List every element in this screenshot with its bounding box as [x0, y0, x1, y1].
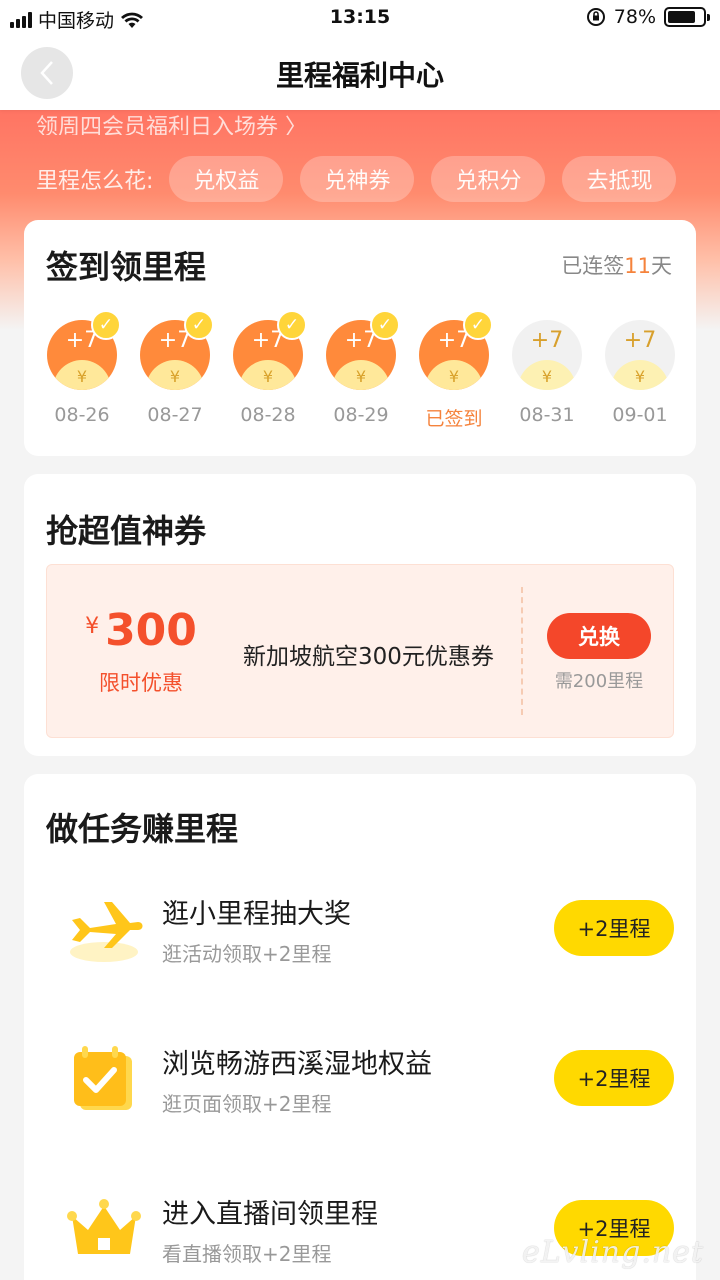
page-title: 里程福利中心	[275, 59, 444, 92]
chip-redeem-coupons[interactable]: 兑神券	[300, 156, 415, 202]
day-label: 08-27	[147, 404, 203, 426]
chip-redeem-benefits[interactable]: 兑权益	[169, 156, 284, 202]
day-label: 08-28	[240, 404, 296, 426]
task-subtitle: 逛页面领取+2里程	[162, 1092, 332, 1116]
signin-title: 签到领里程	[46, 248, 207, 286]
watermark: eLvling.net	[521, 1235, 704, 1270]
task-title: 逛小里程抽大奖	[162, 899, 351, 930]
day-reward: +7	[530, 328, 564, 353]
coin-icon: +7 ¥	[605, 320, 675, 390]
tasks-title: 做任务赚里程	[46, 810, 239, 848]
signin-day: +7 ¥09-01	[602, 320, 678, 426]
check-icon: ✓	[277, 310, 307, 340]
day-label: 08-31	[519, 404, 575, 426]
check-icon: ✓	[184, 310, 214, 340]
currency-symbol: ¥	[85, 614, 100, 639]
coupon-cost: 需200里程	[554, 671, 644, 692]
orientation-lock-icon	[586, 8, 605, 26]
coupon-section-title: 抢超值神券	[46, 512, 207, 550]
nav-bar: 里程福利中心	[0, 36, 720, 110]
streak-suffix: 天	[651, 254, 672, 278]
streak-text: 已连签11天	[561, 250, 672, 280]
signin-day: +7 ¥ ✓ 08-28	[230, 310, 307, 426]
coupon-price: ¥300	[77, 605, 205, 656]
signin-day: +7 ¥08-31	[509, 320, 585, 426]
check-icon: ✓	[463, 310, 493, 340]
coin-symbol: ¥	[448, 367, 460, 386]
member-day-link[interactable]: 领周四会员福利日入场券 〉	[36, 113, 307, 135]
coin-symbol: ¥	[169, 367, 181, 386]
status-bar: 中国移动 13:15 78%	[0, 0, 720, 36]
task-item: 逛小里程抽大奖 逛活动领取+2里程 +2里程	[24, 870, 696, 990]
signin-day: +7 ¥ ✓ 08-27	[137, 310, 214, 426]
day-label: 08-29	[333, 404, 389, 426]
day-reward: +7	[623, 328, 657, 353]
coin-icon: +7 ¥	[512, 320, 582, 390]
coin-symbol: ¥	[262, 367, 274, 386]
task-claim-button[interactable]: +2里程	[554, 900, 674, 956]
signin-day: +7 ¥ ✓ 08-26	[44, 310, 121, 426]
task-claim-button[interactable]: +2里程	[554, 1050, 674, 1106]
coupon-tag: 限时优惠	[99, 671, 183, 695]
chip-redeem-points[interactable]: 兑积分	[431, 156, 546, 202]
chip-cash-deduct[interactable]: 去抵现	[562, 156, 677, 202]
tasks-card: 做任务赚里程 逛小里程抽大奖 逛活动领取+2里程 +2里程 浏览畅游西溪湿地权益…	[24, 774, 696, 1280]
coin-symbol: ¥	[355, 367, 367, 386]
coin-symbol: ¥	[634, 367, 646, 386]
signin-day: +7 ¥ ✓ 08-29	[323, 310, 400, 426]
streak-prefix: 已连签	[561, 254, 625, 278]
spend-label: 里程怎么花:	[36, 169, 154, 194]
streak-days: 11	[624, 254, 651, 278]
coin-symbol: ¥	[541, 367, 553, 386]
check-icon: ✓	[370, 310, 400, 340]
day-label: 08-26	[54, 404, 110, 426]
signin-card: 签到领里程 已连签11天 +7 ¥ ✓ 08-26 +7 ¥ ✓ 08-27 +7 ¥ ✓ 08-28…	[24, 220, 696, 456]
task-title: 进入直播间领里程	[162, 1199, 378, 1230]
task-item: 浏览畅游西溪湿地权益 逛页面领取+2里程 +2里程	[24, 1020, 696, 1140]
coin-symbol: ¥	[76, 367, 88, 386]
check-icon: ✓	[91, 310, 121, 340]
coupon-divider	[521, 587, 523, 715]
task-subtitle: 看直播领取+2里程	[162, 1242, 332, 1266]
day-label: 已签到	[425, 408, 483, 430]
redeem-button[interactable]: 兑换	[547, 613, 651, 659]
battery-icon	[664, 7, 710, 27]
day-label: 09-01	[612, 404, 668, 426]
coupon-item: ¥300 限时优惠 新加坡航空300元优惠券 兑换 需200里程	[46, 564, 674, 738]
signin-days: +7 ¥ ✓ 08-26 +7 ¥ ✓ 08-27 +7 ¥ ✓ 08-28 +7 ¥ ✓ 08-29 +7 ¥ ✓…	[44, 310, 684, 440]
signin-day: +7 ¥ ✓ 已签到	[416, 310, 493, 431]
calendar-check-icon	[74, 1046, 132, 1110]
coupon-card: 抢超值神券 ¥300 限时优惠 新加坡航空300元优惠券 兑换 需200里程	[24, 474, 696, 756]
crown-icon	[67, 1199, 141, 1254]
plane-icon	[70, 902, 143, 962]
spend-options: 里程怎么花: 兑权益 兑神券 兑积分 去抵现	[36, 156, 677, 202]
coupon-name: 新加坡航空300元优惠券	[243, 644, 494, 670]
coupon-amount: 300	[105, 605, 197, 656]
task-title: 浏览畅游西溪湿地权益	[162, 1049, 432, 1080]
battery-percent: 78%	[613, 6, 656, 28]
task-subtitle: 逛活动领取+2里程	[162, 942, 332, 966]
